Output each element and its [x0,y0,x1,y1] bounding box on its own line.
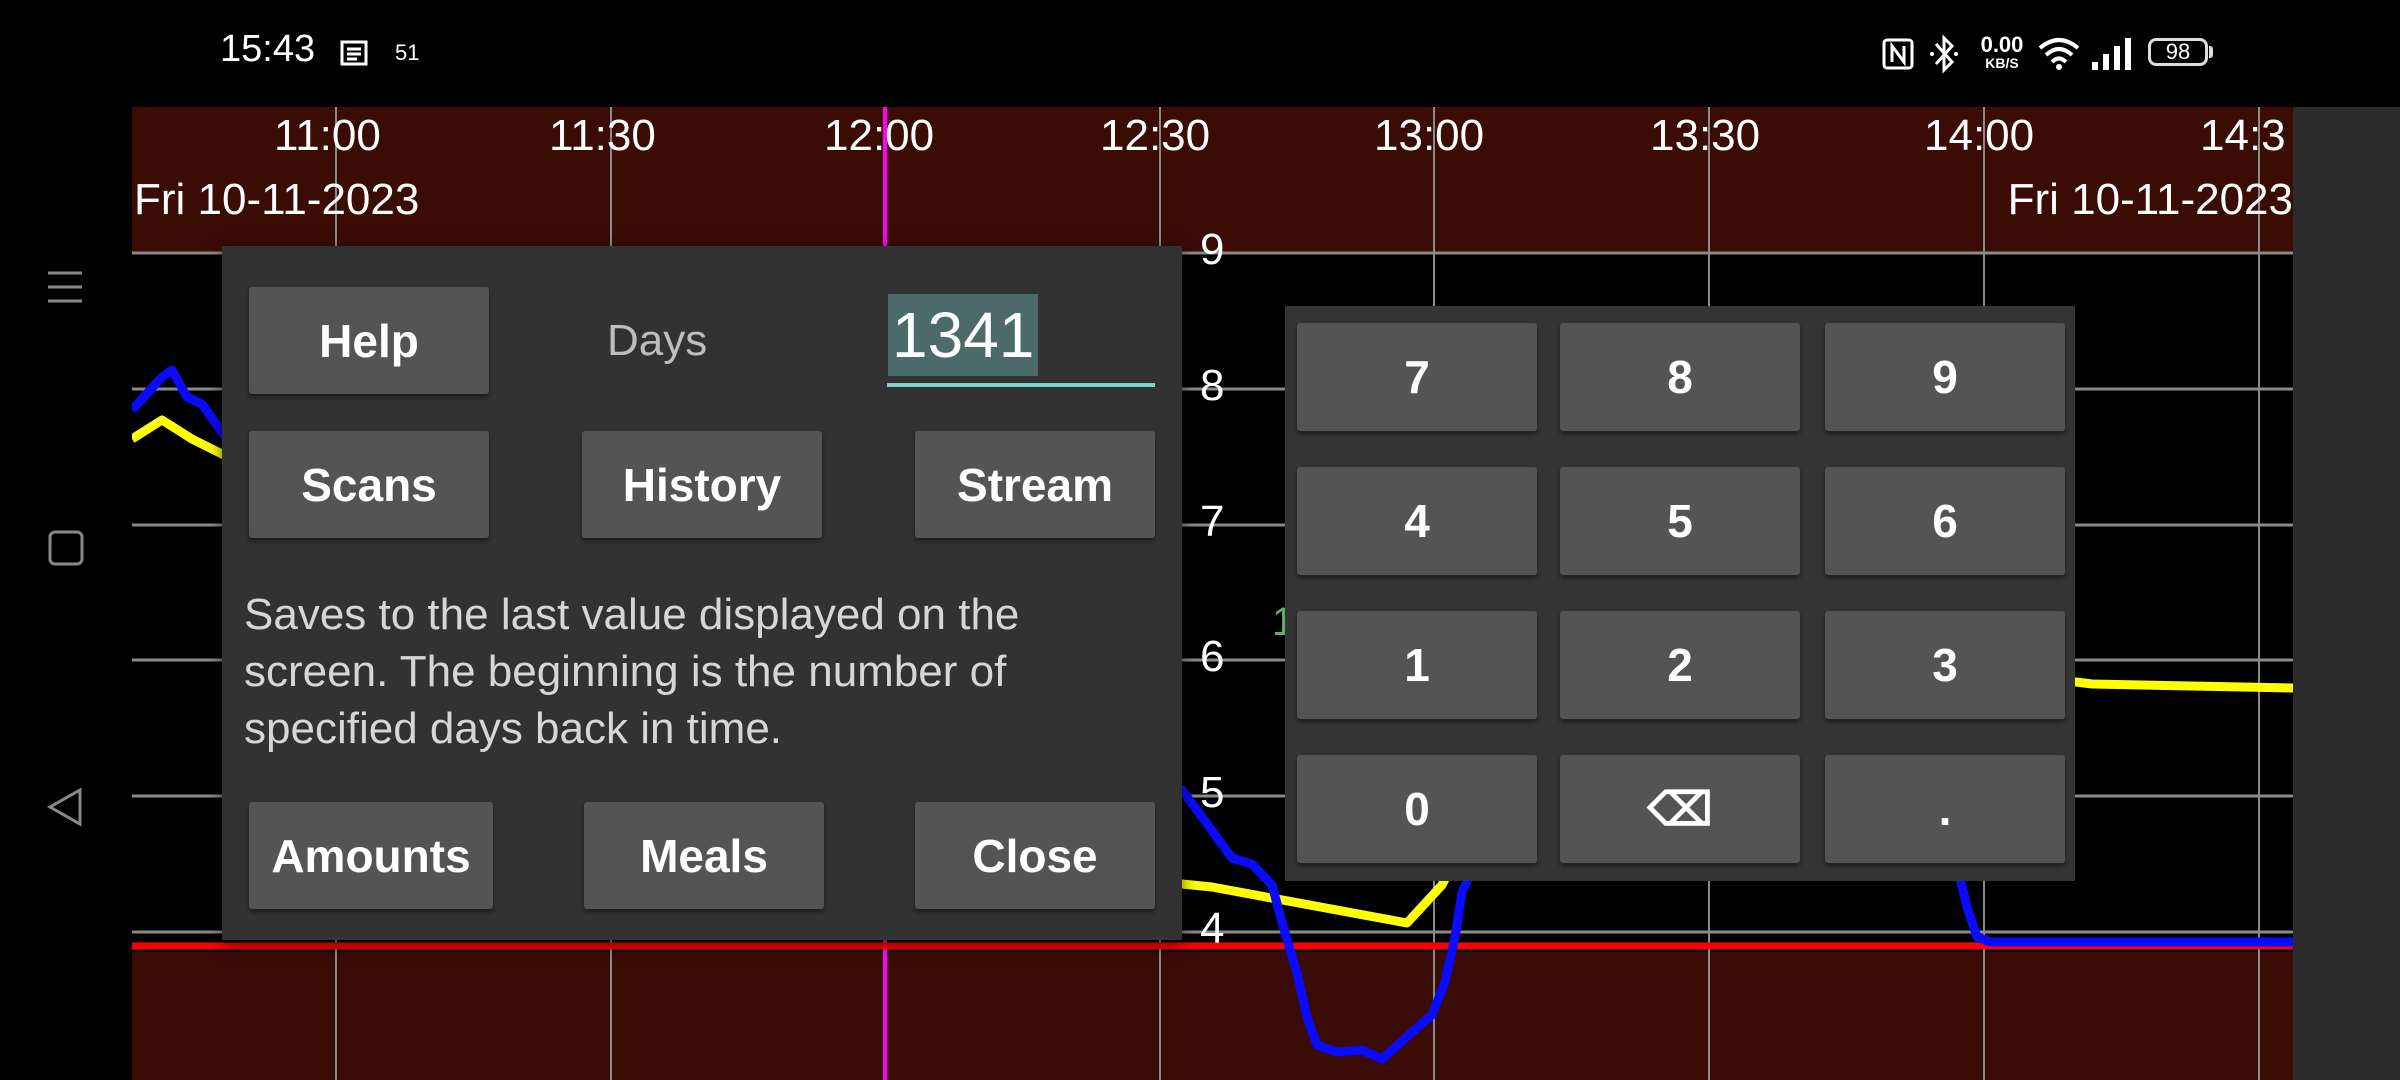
nfc-icon [1882,38,1914,70]
time-label: 11:00 [274,111,381,160]
clock: 15:43 [220,28,316,70]
signal-icon [2092,38,2131,70]
net-speed: 0.00 KB/S [1972,32,2032,71]
decimal-key[interactable]: . [1825,755,2065,863]
amounts-button[interactable]: Amounts [249,802,493,909]
key-1[interactable]: 1 [1297,611,1537,719]
right-panel [2293,107,2400,1080]
notification-count: 51 [395,40,420,65]
y-label: 9 [1200,225,1225,274]
key-7[interactable]: 7 [1297,323,1537,431]
y-label: 5 [1200,768,1225,817]
numeric-keypad: 7 8 9 4 5 6 1 2 3 0 ⌫ . [1285,306,2075,881]
wifi-icon [2038,38,2080,70]
date-left: Fri 10-11-2023 [134,175,420,224]
y-label: 7 [1200,497,1225,546]
key-4[interactable]: 4 [1297,467,1537,575]
bluetooth-icon [1930,34,1958,74]
days-label: Days [607,316,708,365]
history-button[interactable]: History [582,431,822,538]
time-label: 12:30 [1100,111,1211,160]
back-icon[interactable] [46,787,84,827]
key-5[interactable]: 5 [1560,467,1800,575]
days-value[interactable]: 1341 [888,294,1039,376]
time-label: 13:00 [1374,111,1485,160]
stream-button[interactable]: Stream [915,431,1155,538]
help-button[interactable]: Help [249,287,489,394]
battery-tip [2209,46,2213,58]
dialog-description: Saves to the last value displayed on the… [244,590,1020,753]
close-button[interactable]: Close [915,802,1155,909]
net-speed-value: 0.00 [1980,32,2024,57]
key-3[interactable]: 3 [1825,611,2065,719]
backspace-key[interactable]: ⌫ [1560,755,1800,863]
export-dialog: Help Days 1341 Scans History Stream Save… [222,246,1182,940]
time-label: 14:00 [1924,111,2035,160]
time-label: 13:30 [1650,111,1761,160]
navigation-bar [0,107,132,1080]
time-label: 11:30 [549,111,656,160]
menu-icon[interactable] [46,267,84,307]
y-label: 6 [1200,632,1225,681]
notes-icon [340,40,368,66]
time-label: 12:00 [824,111,935,160]
key-0[interactable]: 0 [1297,755,1537,863]
time-label: 14:3 [2200,111,2286,160]
meals-button[interactable]: Meals [584,802,824,909]
y-label: 4 [1200,904,1225,953]
date-right: Fri 10-11-2023 [2007,175,2293,224]
y-label: 8 [1200,361,1225,410]
key-2[interactable]: 2 [1560,611,1800,719]
status-bar: 15:43 51 0.00 KB/S 98 [0,0,2400,107]
battery-icon: 98 [2148,38,2208,66]
key-9[interactable]: 9 [1825,323,2065,431]
home-icon[interactable] [48,530,84,566]
scans-button[interactable]: Scans [249,431,489,538]
net-speed-unit: KB/S [1985,55,2019,71]
key-8[interactable]: 8 [1560,323,1800,431]
key-6[interactable]: 6 [1825,467,2065,575]
